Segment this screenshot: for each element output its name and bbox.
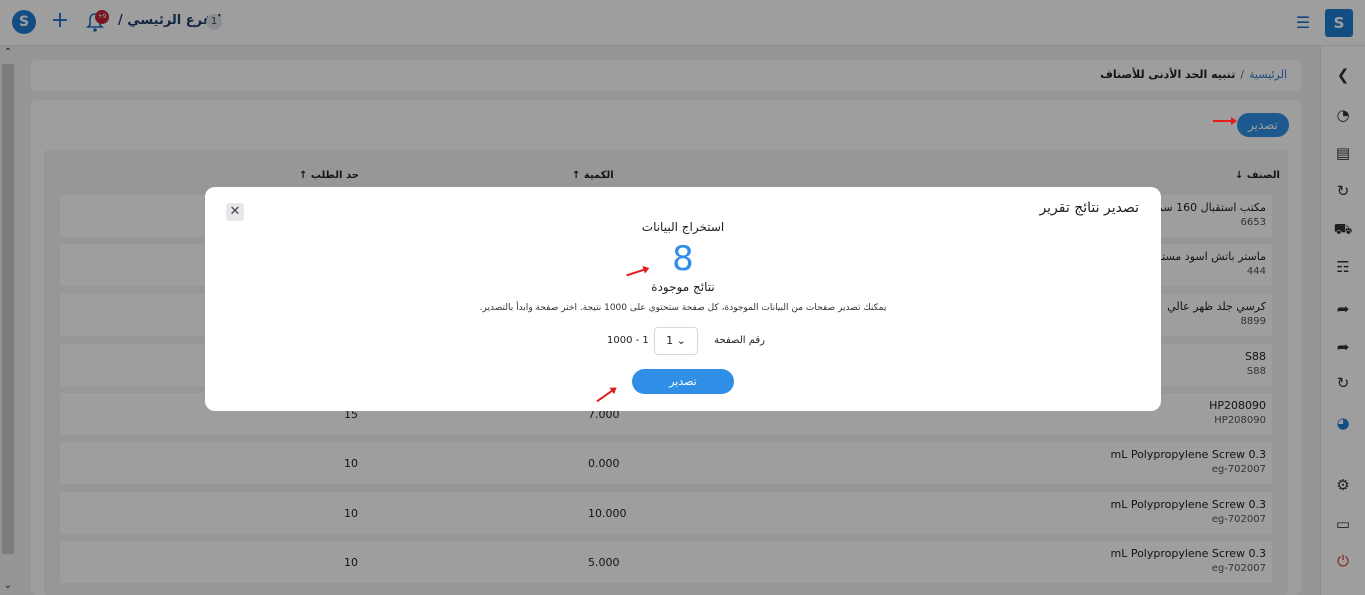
modal-description: يمكنك تصدير صفحات من البيانات الموجودة، …	[479, 303, 887, 313]
chevron-down-icon: ⌄	[676, 334, 686, 347]
modal-heading: استخراج البيانات	[641, 220, 725, 234]
modal-export-button[interactable]: تصدير	[632, 369, 734, 394]
results-found-label: نتائج موجودة	[651, 280, 715, 294]
modal-title: تصدير نتائج تقرير	[1039, 200, 1139, 216]
close-icon[interactable]: ✕	[226, 203, 244, 221]
page-range-label: 1000 - 1	[607, 335, 649, 346]
export-modal: تصدير نتائج تقرير ✕ استخراج البيانات 8 ن…	[205, 187, 1161, 411]
annotation-arrow-icon	[1213, 117, 1237, 125]
page-number-label: رقم الصفحة	[714, 335, 765, 346]
result-count: 8	[672, 239, 694, 279]
page-number-select[interactable]: 1 ⌄	[654, 327, 698, 355]
page-picker: رقم الصفحة 1 ⌄ 1000 - 1	[605, 327, 765, 355]
